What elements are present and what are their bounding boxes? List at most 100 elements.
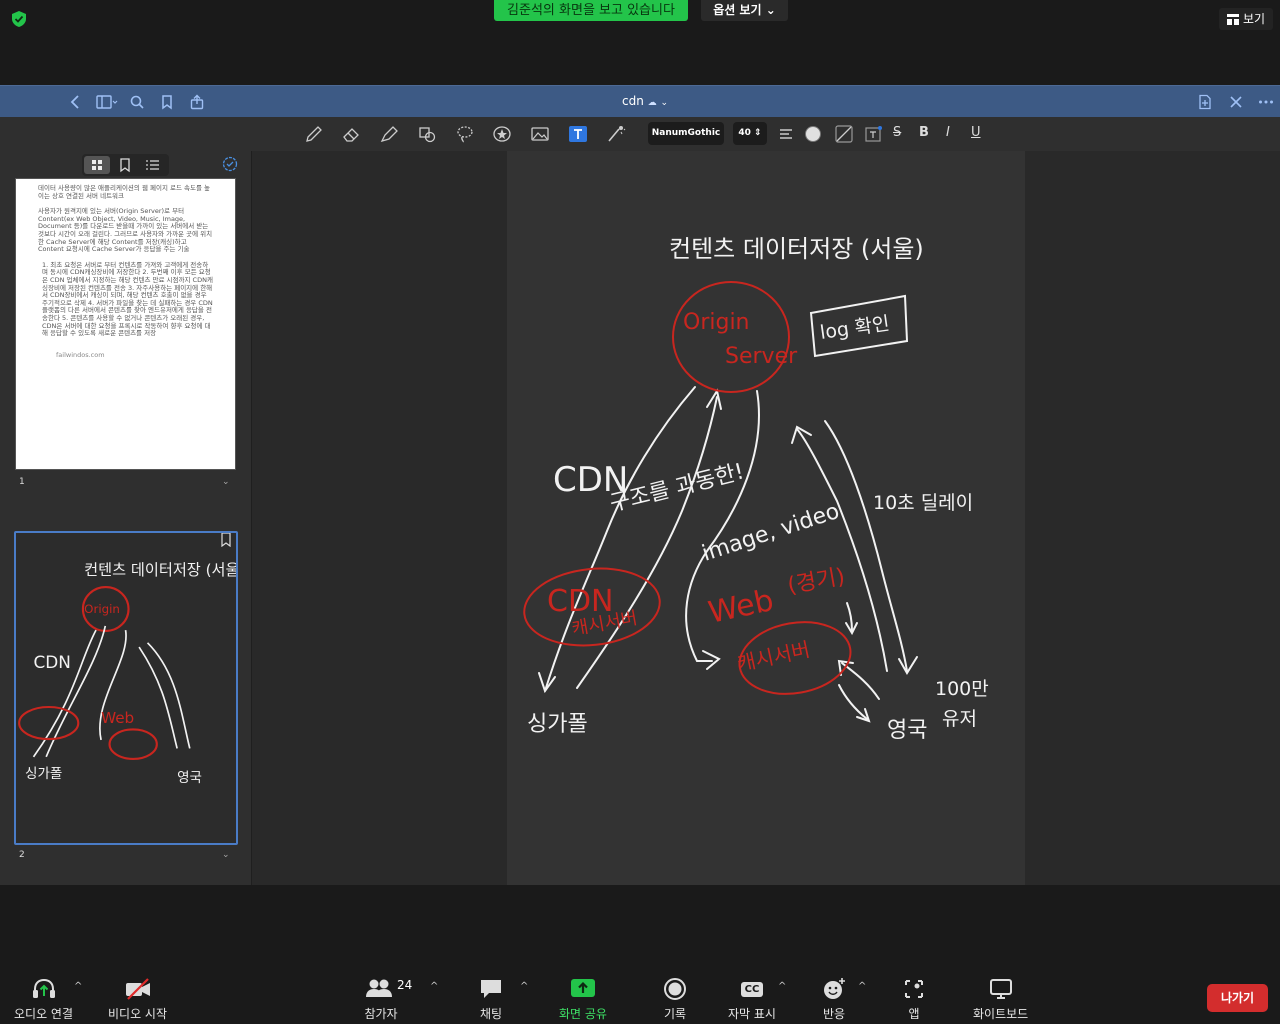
web-cache-server-text: 캐시서버 bbox=[735, 637, 812, 676]
arrowhead-uk bbox=[898, 656, 918, 675]
document-title-text: cdn bbox=[621, 94, 644, 108]
italic-button[interactable]: I bbox=[946, 125, 950, 140]
delay-text: 10초 딜레이 bbox=[873, 492, 973, 514]
chat-options-chevron-icon[interactable]: ^ bbox=[520, 981, 528, 992]
thumb1-footer: failwindos.com bbox=[56, 350, 105, 359]
record-icon bbox=[664, 978, 686, 1000]
share-screen-icon bbox=[570, 979, 595, 997]
whiteboard-page[interactable]: 컨텐츠 데이터저장 (서울) log 확인 CDN 구조를 과동한! 10초 딜… bbox=[507, 151, 1025, 885]
select-check-icon[interactable] bbox=[222, 156, 238, 172]
view-button[interactable]: 보기 bbox=[1219, 8, 1274, 30]
origin-server-circle bbox=[672, 281, 790, 393]
bold-button[interactable]: B bbox=[919, 125, 929, 140]
thumb1-paragraph-3: 1. 최초 요청은 서버로 부터 컨텐츠를 가져와 고객에게 전송하며 동시에 … bbox=[42, 260, 213, 338]
uk-text: 영국 bbox=[887, 718, 927, 743]
participants-options-chevron-icon[interactable]: ^ bbox=[430, 981, 438, 992]
search-icon[interactable] bbox=[129, 94, 145, 110]
font-size-selector[interactable]: 40 ⇕ bbox=[733, 122, 767, 145]
chat-bubble-icon bbox=[481, 980, 501, 998]
strikethrough-button[interactable]: S bbox=[893, 125, 901, 140]
back-chevron-icon[interactable] bbox=[68, 94, 84, 110]
audio-options-chevron-icon[interactable]: ^ bbox=[74, 981, 82, 992]
grid-view-icon bbox=[1227, 13, 1239, 25]
zoom-top-bar: 김준석의 화면을 보고 있습니다 옵션 보기 ⌄ 보기 bbox=[0, 0, 1280, 85]
singapore-text: 싱가폴 bbox=[527, 712, 588, 737]
align-left-icon[interactable] bbox=[777, 125, 797, 143]
bookmark-icon[interactable] bbox=[159, 94, 175, 110]
document-title[interactable]: cdn ☁ ⌄ bbox=[600, 94, 690, 108]
leave-button[interactable]: 나가기 bbox=[1207, 984, 1268, 1012]
eraser-tool-icon[interactable] bbox=[341, 125, 361, 143]
pen-tool-icon[interactable] bbox=[304, 125, 324, 143]
apps-label: 앱 bbox=[908, 1007, 920, 1021]
chat-label: 채팅 bbox=[479, 1007, 503, 1021]
reactions-options-chevron-icon[interactable]: ^ bbox=[858, 981, 866, 992]
cc-icon: CC bbox=[740, 981, 764, 997]
web-region-text: (경기) bbox=[786, 564, 847, 599]
notes-header: cdn ☁ ⌄ bbox=[0, 85, 1280, 117]
share-icon[interactable] bbox=[189, 94, 205, 110]
font-size-value: 40 bbox=[738, 128, 751, 138]
thumb1-paragraph-1: 데이터 사용량이 많은 애플리케이션의 웹 페이지 로드 속도를 높이는 상호 … bbox=[38, 184, 211, 200]
font-family-selector[interactable]: NanumGothic bbox=[648, 122, 724, 145]
reactions-label: 반응 bbox=[822, 1007, 846, 1021]
sidebar-toggle-icon[interactable] bbox=[96, 94, 118, 110]
image-tool-icon[interactable] bbox=[530, 125, 550, 143]
view-label: 보기 bbox=[1243, 12, 1266, 26]
video-button[interactable]: 비디오 시작 bbox=[108, 977, 167, 1022]
chevron-down-icon: ⌄ bbox=[660, 98, 669, 108]
apps-button[interactable]: 앱 bbox=[900, 977, 928, 1022]
view-options-button[interactable]: 옵션 보기 ⌄ bbox=[701, 0, 788, 21]
highlighter-tool-icon[interactable] bbox=[379, 125, 399, 143]
record-label: 기록 bbox=[663, 1007, 687, 1021]
sticker-tool-icon[interactable] bbox=[492, 125, 512, 143]
users-text: 유저 bbox=[942, 708, 977, 730]
no-fill-swatch[interactable] bbox=[834, 125, 854, 143]
whiteboard-button[interactable]: 화이트보드 bbox=[973, 977, 1028, 1022]
underline-button[interactable]: U bbox=[971, 125, 981, 140]
thumb2-cdn-text: CDN bbox=[34, 652, 71, 672]
add-page-icon[interactable] bbox=[1197, 94, 1213, 110]
storage-title-text: 컨텐츠 데이터저장 (서울) bbox=[669, 235, 924, 263]
security-shield-icon[interactable] bbox=[10, 10, 28, 28]
text-color-swatch[interactable] bbox=[803, 125, 823, 143]
outline-tab[interactable] bbox=[140, 156, 166, 174]
thumb2-origin-text: Origin bbox=[84, 602, 120, 616]
thumbnails-tab[interactable] bbox=[84, 156, 110, 174]
web-text: Web bbox=[705, 583, 776, 631]
participants-button[interactable]: 참가자 bbox=[364, 977, 398, 1022]
text-box-style-icon[interactable] bbox=[864, 125, 884, 143]
chat-button[interactable]: 채팅 bbox=[477, 977, 505, 1022]
page-1-menu-chevron-icon[interactable]: ⌄ bbox=[222, 477, 230, 487]
record-button[interactable]: 기록 bbox=[661, 977, 689, 1022]
zoom-control-bar: 오디오 연결 ^ 비디오 시작 참가자 24 ^ 채팅 ^ 화면 공유 기록 C… bbox=[0, 885, 1280, 1024]
log-check-text: log 확인 bbox=[819, 312, 891, 344]
shape-tool-icon[interactable] bbox=[417, 125, 437, 143]
page-2-menu-chevron-icon[interactable]: ⌄ bbox=[222, 850, 230, 860]
thumb2-web-text: Web bbox=[101, 709, 134, 727]
lasso-tool-icon[interactable] bbox=[455, 125, 475, 143]
captions-button[interactable]: CC 자막 표시 bbox=[728, 977, 776, 1022]
reactions-button[interactable]: 반응 bbox=[820, 977, 848, 1022]
more-icon[interactable] bbox=[1258, 94, 1274, 110]
close-icon[interactable] bbox=[1228, 94, 1244, 110]
drawing-toolbar: NanumGothic 40 ⇕ S B I U bbox=[0, 117, 1280, 151]
apps-icon bbox=[905, 980, 923, 998]
audio-button[interactable]: 오디오 연결 bbox=[14, 977, 73, 1022]
list-icon bbox=[146, 160, 159, 170]
share-screen-label: 화면 공유 bbox=[559, 1007, 607, 1021]
bookmarks-tab[interactable] bbox=[112, 156, 138, 174]
thumb2-uk-text: 영국 bbox=[177, 770, 202, 786]
users-count-text: 100만 bbox=[935, 678, 989, 700]
video-off-icon bbox=[125, 978, 150, 1000]
headphones-icon bbox=[32, 978, 55, 998]
view-options-label: 옵션 보기 bbox=[713, 3, 762, 17]
arrow-uk-to-web bbox=[841, 662, 880, 700]
laser-pointer-icon[interactable] bbox=[606, 125, 626, 143]
share-screen-button[interactable]: 화면 공유 bbox=[559, 977, 607, 1022]
page-thumbnail-1[interactable]: 데이터 사용량이 많은 애플리케이션의 웹 페이지 로드 속도를 높이는 상호 … bbox=[15, 178, 236, 470]
notes-canvas: 컨텐츠 데이터저장 (서울) log 확인 CDN 구조를 과동한! 10초 딜… bbox=[252, 151, 1280, 885]
captions-options-chevron-icon[interactable]: ^ bbox=[778, 981, 786, 992]
text-tool-icon[interactable] bbox=[568, 125, 588, 143]
page-thumbnail-2[interactable]: 컨텐츠 데이터저장 (서울) Origin CDN 싱가폴 영국 Web bbox=[14, 531, 238, 845]
